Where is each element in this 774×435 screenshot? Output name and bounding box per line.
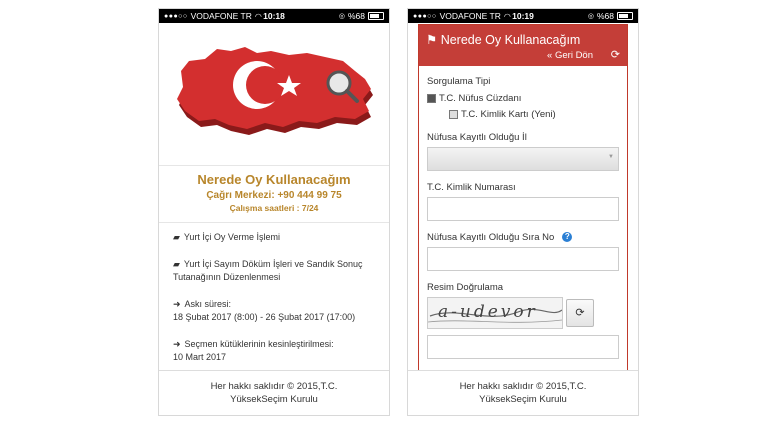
menu-item-finalization: ➜ Seçmen kütüklerinin kesinleştirilmesi: … <box>173 338 375 364</box>
turkey-flag-map-icon <box>177 47 373 135</box>
chevron-down-icon: ▼ <box>608 154 614 160</box>
flag-icon: ⚑ <box>426 33 441 47</box>
signal-icon: ●●●○○ <box>164 12 188 20</box>
back-button[interactable]: « Geri Dön <box>547 50 593 61</box>
video-camera-icon: ▰ <box>173 232 180 242</box>
refresh-icon[interactable]: ⟳ <box>611 48 620 61</box>
panel-title: Nerede Oy Kullanacağım <box>440 33 581 47</box>
copyright-line-1: Her hakkı saklıdır © 2015,T.C. <box>210 381 338 392</box>
menu-item-value: 10 Mart 2017 <box>173 352 227 362</box>
battery-percent: %68 <box>596 11 614 21</box>
status-right: ◎ %68 <box>339 11 384 21</box>
arrow-circle-icon: ➜ <box>173 299 181 309</box>
option-label: T.C. Kimlik Kartı (Yeni) <box>461 109 556 120</box>
menu-item-heading: Askı süresi: <box>184 299 232 309</box>
menu-item-posting-period: ➜ Askı süresi: 18 Şubat 2017 (8:00) - 26 … <box>173 298 375 324</box>
phone-screen-query: ●●●○○ VODAFONE TR ◠ 10:19 ◎ %68 ⚑ Nerede… <box>407 8 639 416</box>
app-title: Nerede Oy Kullanacağım <box>197 172 351 187</box>
copyright-line-2: YüksekSeçim Kurulu <box>479 394 567 405</box>
alarm-icon: ◎ <box>587 13 594 20</box>
menu-item-label: Yurt İçi Oy Verme İşlemi <box>183 232 280 242</box>
query-form: Sorgulama Tipi T.C. Nüfus Cüzdanı T.C. K… <box>419 66 627 359</box>
signal-icon: ●●●○○ <box>413 12 437 20</box>
battery-percent: %68 <box>347 11 365 21</box>
captcha-label: Resim Doğrulama <box>427 282 504 293</box>
province-select[interactable]: ▼ <box>427 147 619 171</box>
menu-item-voting-process[interactable]: ▰ Yurt İçi Oy Verme İşlemi <box>173 231 375 244</box>
carrier-label: VODAFONE TR <box>439 11 501 21</box>
info-menu: ▰ Yurt İçi Oy Verme İşlemi ▰ Yurt İçi Sayı… <box>159 223 389 364</box>
option-id-card-new[interactable]: T.C. Kimlik Kartı (Yeni) <box>427 109 619 120</box>
copyright-line-1: Her hakkı saklıdır © 2015,T.C. <box>459 381 587 392</box>
province-label: Nüfusa Kayıtlı Olduğu İl <box>427 132 527 143</box>
captcha-text: a-udevor <box>438 302 538 322</box>
carrier-label: VODAFONE TR <box>190 11 252 21</box>
footer: Her hakkı saklıdır © 2015,T.C. YüksekSeç… <box>159 370 389 415</box>
panel-title-wrap: ⚑ Nerede Oy Kullanacağım <box>426 32 580 47</box>
tc-number-label: T.C. Kimlik Numarası <box>427 182 516 193</box>
working-hours: Çalışma saatleri : 7/24 <box>229 203 319 213</box>
refresh-icon: ⟳ <box>575 307 585 319</box>
panel-header: ⚑ Nerede Oy Kullanacağım « Geri Dön ⟳ <box>419 25 627 66</box>
battery-icon <box>368 12 384 20</box>
sequence-label: Nüfusa Kayıtlı Olduğu Sıra No <box>427 232 555 243</box>
wifi-icon: ◠ <box>254 11 262 21</box>
radio-checked[interactable] <box>427 94 436 103</box>
captcha-refresh-button[interactable]: ⟳ <box>566 299 594 327</box>
clock: 10:19 <box>512 11 534 21</box>
turkey-map-logo[interactable] <box>159 23 389 166</box>
footer: Her hakkı saklıdır © 2015,T.C. YüksekSeç… <box>408 370 638 415</box>
battery-icon <box>617 12 633 20</box>
call-center[interactable]: Çağrı Merkezi: +90 444 99 75 <box>159 190 389 201</box>
menu-item-counting-process[interactable]: ▰ Yurt İçi Sayım Döküm İşleri ve Sandık S… <box>173 258 375 284</box>
query-type-label: Sorgulama Tipi <box>427 76 491 87</box>
video-camera-icon: ▰ <box>173 259 180 269</box>
tc-number-input[interactable] <box>427 197 619 221</box>
option-label: T.C. Nüfus Cüzdanı <box>439 93 522 104</box>
status-bar: ●●●○○ VODAFONE TR ◠ 10:19 ◎ %68 <box>408 9 638 23</box>
menu-item-heading: Seçmen kütüklerinin kesinleştirilmesi: <box>184 339 334 349</box>
sequence-number-input[interactable] <box>427 247 619 271</box>
alarm-icon: ◎ <box>338 13 345 20</box>
help-icon[interactable]: ? <box>562 232 573 243</box>
captcha-image: a-udevor <box>427 297 563 329</box>
menu-item-value: 18 Şubat 2017 (8:00) - 26 Şubat 2017 (17… <box>173 312 356 322</box>
captcha-row: a-udevor ⟳ <box>427 297 619 329</box>
option-identity-card[interactable]: T.C. Nüfus Cüzdanı <box>427 93 619 104</box>
captcha-input[interactable] <box>427 335 619 359</box>
status-bar: ●●●○○ VODAFONE TR ◠ 10:18 ◎ %68 <box>159 9 389 23</box>
query-panel: ⚑ Nerede Oy Kullanacağım « Geri Dön ⟳ So… <box>418 24 628 370</box>
menu-item-label: Yurt İçi Sayım Döküm İşleri ve Sandık So… <box>173 259 363 282</box>
arrow-circle-icon: ➜ <box>173 339 181 349</box>
double-chevron-left-icon: « <box>547 50 553 61</box>
back-label: Geri Dön <box>554 50 593 61</box>
wifi-icon: ◠ <box>503 11 511 21</box>
brand-block: Nerede Oy Kullanacağım Çağrı Merkezi: +9… <box>159 166 389 223</box>
status-right: ◎ %68 <box>588 11 633 21</box>
clock: 10:18 <box>263 11 285 21</box>
phone-screen-home: ●●●○○ VODAFONE TR ◠ 10:18 ◎ %68 Nerede O… <box>158 8 390 416</box>
sequence-label-row: Nüfusa Kayıtlı Olduğu Sıra No? <box>427 232 619 243</box>
radio-unchecked[interactable] <box>449 110 458 119</box>
copyright-line-2: YüksekSeçim Kurulu <box>230 394 318 405</box>
